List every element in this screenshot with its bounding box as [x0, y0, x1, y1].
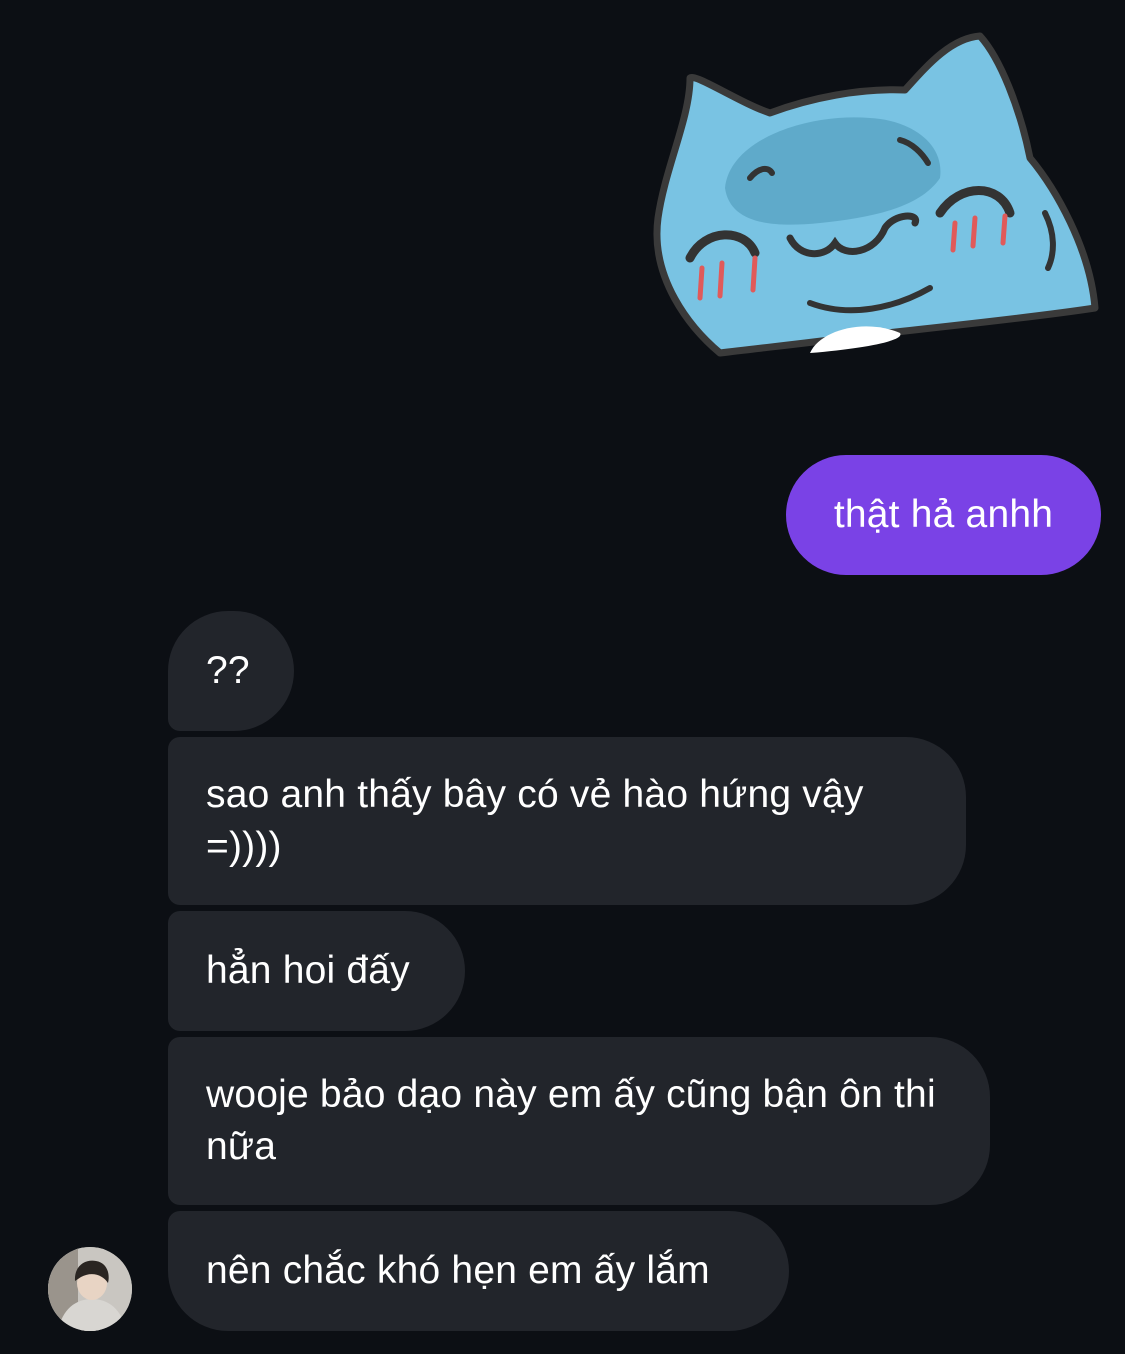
message-text: nên chắc khó hẹn em ấy lắm	[206, 1249, 710, 1292]
message-text: hẳn hoi đấy	[206, 949, 410, 992]
message-text: sao anh thấy bây có vẻ hào hứng vậy =)))…	[206, 773, 864, 868]
incoming-message-bubble[interactable]: sao anh thấy bây có vẻ hào hứng vậy =)))…	[168, 737, 966, 905]
chat-thread: thật hả anhh ?? sao anh thấy bây có vẻ h…	[0, 0, 1125, 1354]
outgoing-message-bubble[interactable]: thật hả anhh	[786, 455, 1101, 575]
incoming-message-bubble[interactable]: wooje bảo dạo này em ấy cũng bận ôn thi …	[168, 1037, 990, 1205]
incoming-message-bubble[interactable]: hẳn hoi đấy	[168, 911, 465, 1031]
blue-cat-sticker-icon[interactable]	[650, 18, 1100, 368]
message-text: ??	[206, 649, 250, 692]
incoming-message-bubble[interactable]: ??	[168, 611, 294, 731]
message-text: thật hả anhh	[833, 493, 1054, 536]
message-text: wooje bảo dạo này em ấy cũng bận ôn thi …	[206, 1073, 936, 1168]
incoming-message-bubble[interactable]: nên chắc khó hẹn em ấy lắm	[168, 1211, 789, 1331]
contact-avatar-icon[interactable]	[48, 1247, 132, 1331]
